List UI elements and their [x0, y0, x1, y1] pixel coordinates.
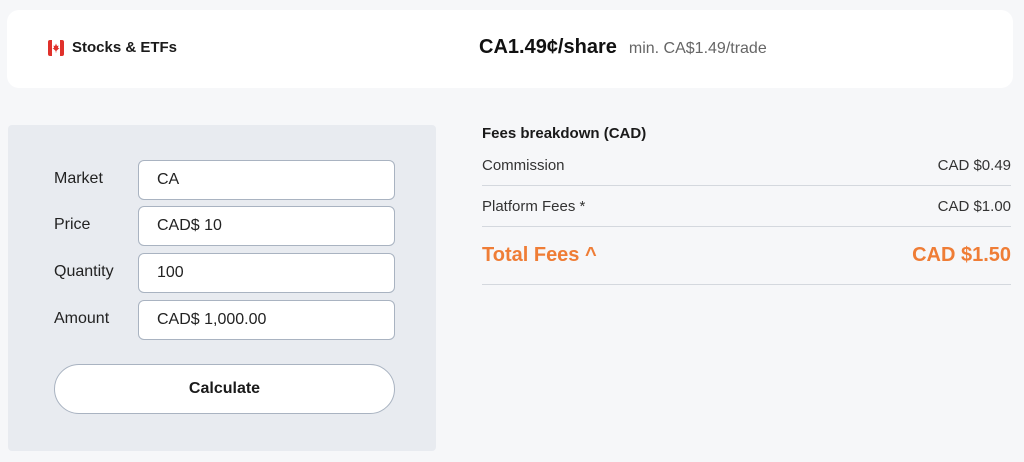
pricing-info: CA1.49¢/share min. CA$1.49/trade: [479, 36, 767, 59]
market-row: Market CA: [8, 160, 436, 200]
market-field[interactable]: CA: [138, 160, 395, 200]
fee-calculator-page: Stocks & ETFs CA1.49¢/share min. CA$1.49…: [0, 0, 1024, 462]
commission-value: CAD $0.49: [937, 156, 1011, 174]
total-fees-value: CAD $1.50: [912, 244, 1011, 266]
quantity-field[interactable]: 100: [138, 253, 395, 293]
market-label: Market: [54, 170, 103, 187]
amount-row: Amount CAD$ 1,000.00: [8, 300, 436, 340]
minimum-fee: min. CA$1.49/trade: [628, 40, 767, 57]
calculator-panel: Market CA Price CAD$ 10 Quantity 100 Amo…: [8, 125, 436, 451]
per-share-rate: CA1.49¢/share: [479, 36, 617, 58]
commission-row: Commission CAD $0.49: [482, 145, 1011, 186]
canada-flag-icon: [48, 39, 64, 56]
total-fees-label[interactable]: Total Fees ^: [482, 244, 597, 267]
product-heading: Stocks & ETFs: [48, 39, 177, 56]
platform-fees-row: Platform Fees * CAD $1.00: [482, 186, 1011, 227]
price-row: Price CAD$ 10: [8, 206, 436, 246]
fees-title: Fees breakdown (CAD): [482, 125, 647, 142]
quantity-label: Quantity: [54, 263, 114, 280]
total-fees-row[interactable]: Total Fees ^ CAD $1.50: [482, 227, 1011, 285]
commission-label: Commission: [482, 156, 565, 174]
price-field[interactable]: CAD$ 10: [138, 206, 395, 246]
amount-field[interactable]: CAD$ 1,000.00: [138, 300, 395, 340]
product-label: Stocks & ETFs: [72, 39, 178, 56]
amount-label: Amount: [54, 310, 110, 327]
price-label: Price: [54, 216, 91, 233]
platform-fees-label: Platform Fees *: [482, 197, 586, 215]
fees-breakdown: Fees breakdown (CAD) Commission CAD $0.4…: [482, 125, 1011, 285]
calculate-button[interactable]: Calculate: [54, 364, 395, 414]
platform-fees-value: CAD $1.00: [937, 197, 1011, 215]
pricing-card: Stocks & ETFs CA1.49¢/share min. CA$1.49…: [7, 10, 1013, 88]
quantity-row: Quantity 100: [8, 253, 436, 293]
